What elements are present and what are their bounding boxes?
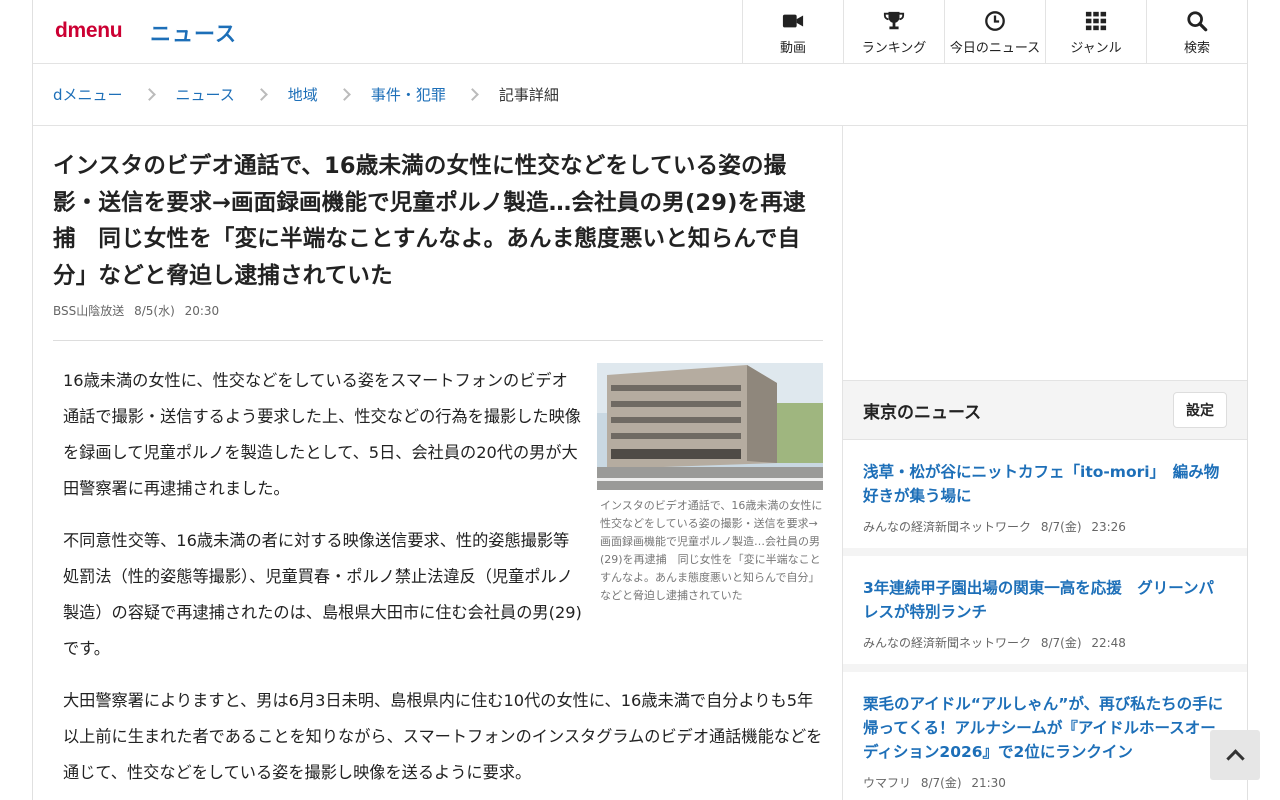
breadcrumb-region[interactable]: 地域	[288, 84, 318, 105]
nav-today-news[interactable]: 今日のニュース	[944, 0, 1045, 64]
news-item-date: 8/7(金)	[1040, 520, 1082, 534]
news-item-source: みんなの経済新聞ネットワーク	[863, 520, 1032, 534]
nav-ranking-label: ランキング	[861, 41, 927, 56]
divider	[53, 340, 823, 341]
chevron-up-icon	[1225, 748, 1245, 768]
news-item[interactable]: 浅草・松が谷にニットカフェ「ito-mori」 編み物好きが集う場に みんなの経…	[843, 440, 1247, 549]
article-paragraph: 大田警察署によりますと、男は6月3日未明、島根県内に住む10代の女性に、16歳未…	[63, 691, 823, 782]
nav-ranking[interactable]: ランキング	[843, 0, 944, 64]
news-item-source: ウマフリ	[863, 776, 912, 790]
settings-button[interactable]: 設定	[1173, 392, 1227, 428]
nav-video[interactable]: 動画	[742, 0, 843, 64]
article-date: 8/5(水)	[134, 304, 175, 318]
news-item-meta: みんなの経済新聞ネットワーク 8/7(金) 22:48	[863, 634, 1227, 651]
chevron-right-icon	[337, 88, 351, 101]
news-item-meta: ウマフリ 8/7(金) 21:30	[863, 774, 1227, 791]
grid-icon	[1085, 11, 1107, 31]
chevron-right-icon	[465, 88, 479, 101]
breadcrumb: dメニュー ニュース 地域 事件・犯罪 記事詳細	[33, 64, 1247, 126]
logo-d: d	[55, 19, 68, 42]
clock-icon	[985, 11, 1005, 31]
article-headline: インスタのビデオ通話で、16歳未満の女性に性交などをしている姿の撮影・送信を要求…	[53, 153, 806, 289]
local-news-list: 浅草・松が谷にニットカフェ「ito-mori」 編み物好きが集う場に みんなの経…	[843, 440, 1247, 800]
scroll-to-top-button[interactable]	[1210, 730, 1260, 780]
breadcrumb-news[interactable]: ニュース	[176, 84, 235, 105]
news-item-time: 21:30	[971, 776, 1006, 790]
local-news-header: 東京のニュース 設定	[843, 380, 1247, 440]
nav-search[interactable]: 検索	[1146, 0, 1247, 64]
section-title[interactable]: ニュース	[150, 18, 237, 48]
breadcrumb-dmenu[interactable]: dメニュー	[53, 84, 123, 105]
chevron-right-icon	[142, 88, 156, 101]
dmenu-logo[interactable]: dmenu	[55, 19, 123, 43]
nav-genre-label: ジャンル	[1070, 41, 1122, 56]
news-item-time: 22:48	[1091, 636, 1126, 650]
ad-placeholder	[843, 126, 1247, 380]
page-frame: dmenu ニュース 動画 ランキング 今日のニュース ジャンル 検索 dメニュ…	[32, 0, 1248, 800]
news-item[interactable]: 栗毛のアイドル“アルしゃん”が、再び私たちの手に帰ってくる！アルナシームが『アイ…	[843, 664, 1247, 800]
breadcrumb-current: 記事詳細	[498, 86, 559, 104]
article-paragraph: 不同意性交等、16歳未満の者に対する映像送信要求、性的姿態撮影等処罰法（性的姿態…	[63, 531, 582, 658]
nav-video-label: 動画	[779, 41, 806, 56]
news-item-title[interactable]: 栗毛のアイドル“アルしゃん”が、再び私たちの手に帰ってくる！アルナシームが『アイ…	[863, 692, 1227, 764]
news-item-meta: みんなの経済新聞ネットワーク 8/7(金) 23:26	[863, 518, 1227, 535]
header-nav: 動画 ランキング 今日のニュース ジャンル 検索	[742, 0, 1247, 64]
article-photo[interactable]: インスタのビデオ通話で、16歳未満の女性に性交などをしている姿の撮影・送信を要求…	[597, 363, 823, 605]
building-illustration	[597, 363, 823, 490]
police-station-image[interactable]	[597, 363, 823, 490]
search-icon	[1187, 11, 1208, 32]
article-source[interactable]: BSS山陰放送	[53, 304, 124, 318]
sidebar: 東京のニュース 設定 浅草・松が谷にニットカフェ「ito-mori」 編み物好き…	[842, 126, 1247, 800]
local-news-title: 東京のニュース	[863, 402, 982, 423]
article: インスタのビデオ通話で、16歳未満の女性に性交などをしている姿の撮影・送信を要求…	[53, 126, 823, 800]
article-paragraph: 16歳未満の女性に、性交などをしている姿をスマートフォンのビデオ通話で撮影・送信…	[63, 371, 581, 498]
video-icon	[782, 14, 804, 28]
nav-today-news-label: 今日のニュース	[949, 41, 1041, 56]
logo-menu: menu	[67, 19, 123, 42]
news-item-source: みんなの経済新聞ネットワーク	[863, 636, 1032, 650]
nav-genre[interactable]: ジャンル	[1045, 0, 1146, 64]
nav-search-label: 検索	[1183, 41, 1210, 56]
photo-caption: インスタのビデオ通話で、16歳未満の女性に性交などをしている姿の撮影・送信を要求…	[600, 499, 823, 602]
article-meta: BSS山陰放送 8/5(水) 20:30	[53, 302, 823, 319]
trophy-icon	[883, 11, 905, 30]
breadcrumb-crime[interactable]: 事件・犯罪	[371, 84, 446, 105]
news-item-date: 8/7(金)	[920, 776, 962, 790]
news-item[interactable]: 3年連続甲子園出場の関東一高を応援 グリーンパレスが特別ランチ みんなの経済新聞…	[843, 548, 1247, 665]
article-body: インスタのビデオ通話で、16歳未満の女性に性交などをしている姿の撮影・送信を要求…	[53, 363, 823, 791]
article-time: 20:30	[184, 304, 220, 318]
news-item-time: 23:26	[1091, 520, 1126, 534]
news-item-date: 8/7(金)	[1040, 636, 1082, 650]
chevron-right-icon	[254, 88, 268, 101]
news-item-title[interactable]: 3年連続甲子園出場の関東一高を応援 グリーンパレスが特別ランチ	[863, 576, 1227, 624]
news-item-title[interactable]: 浅草・松が谷にニットカフェ「ito-mori」 編み物好きが集う場に	[863, 460, 1227, 508]
site-header: dmenu ニュース 動画 ランキング 今日のニュース ジャンル 検索	[33, 0, 1247, 64]
